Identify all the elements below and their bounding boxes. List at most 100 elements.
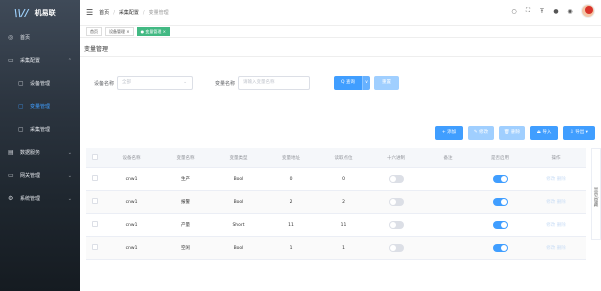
sidebar-item-home[interactable]: ◎ 首页 (0, 26, 80, 49)
column-header: 操作 (551, 155, 561, 161)
data-icon: ▤ (8, 149, 14, 156)
sidebar-item-label: 首页 (20, 35, 31, 41)
cell-addr: 0 (289, 176, 293, 182)
avatar[interactable] (581, 4, 595, 18)
tags-view: 首页 设备管理 × ● 变量管理 × (80, 26, 601, 38)
page-title: 变量管理 (84, 46, 109, 53)
cell-name: 报警 (181, 200, 190, 205)
reset-button[interactable]: 重置 (374, 76, 400, 90)
sidebar-item-data-service[interactable]: ▤ 数据服务 ⌄ (0, 141, 80, 164)
column-toggle-tab[interactable]: 显示/隐藏 (591, 148, 601, 240)
enabled-switch[interactable] (492, 198, 508, 206)
row-checkbox[interactable] (92, 175, 98, 181)
table-row[interactable]: cnw1 产量 Short 11 11 修改 删除 (86, 214, 586, 237)
hex-switch[interactable] (388, 221, 404, 229)
column-header: 读取点位 (334, 155, 353, 161)
sidebar-item-system[interactable]: ⚙ 系统管理 ⌄ (0, 187, 80, 210)
table-header: 设备名称 变量名称 变量类型 变量地址 读取点位 十六进制 备注 是否启用 操作 (86, 148, 586, 168)
enabled-switch[interactable] (492, 175, 508, 183)
chevron-down-icon: ⌄ (67, 149, 72, 156)
hex-switch[interactable] (388, 175, 404, 183)
sidebar-item-label: 网关管理 (20, 173, 41, 179)
gateway-icon: ▭ (8, 172, 14, 179)
sidebar-item-device-manage[interactable]: ▢ 设备管理 (0, 72, 80, 95)
cell-point: 11 (340, 222, 347, 228)
sidebar-item-gateway[interactable]: ▭ 网关管理 ⌄ (0, 164, 80, 187)
row-actions[interactable]: 修改 删除 (526, 245, 586, 251)
device-select[interactable]: 全部 ⌄ (117, 76, 194, 90)
add-button[interactable]: + 添加 (435, 126, 463, 140)
cell-device: cnw1 (125, 222, 138, 228)
home-icon: ◎ (8, 34, 14, 41)
export-button[interactable]: ⇩ 导出 ▾ (563, 126, 595, 140)
cell-name: 空闲 (181, 246, 190, 251)
font-size-icon[interactable]: Ŧ (535, 8, 549, 15)
cell-point: 1 (342, 245, 345, 251)
import-button[interactable]: ⏏ 导入 (530, 126, 558, 140)
sidebar-item-label: 数据服务 (20, 150, 41, 156)
column-header: 变量类型 (229, 155, 248, 161)
query-dropdown-button[interactable]: ∨ (362, 76, 371, 90)
sidebar-item-variable-manage[interactable]: ▢ 变量管理 (0, 95, 80, 118)
chevron-down-icon: ⌄ (67, 195, 72, 202)
column-header: 设备名称 (122, 155, 141, 161)
column-header: 十六进制 (387, 155, 405, 161)
enabled-switch[interactable] (492, 221, 508, 229)
cell-name: 生产 (181, 177, 190, 182)
table-row[interactable]: cnw1 报警 Bool 2 2 修改 删除 (86, 191, 586, 214)
cell-addr: 11 (288, 222, 294, 228)
tag-home[interactable]: 首页 (86, 27, 102, 36)
cell-device: cnw1 (125, 245, 138, 251)
delete-button[interactable]: 🗑 删除 (499, 126, 525, 140)
divider (80, 56, 601, 57)
query-button[interactable]: Q 查询 (334, 76, 363, 90)
edit-button[interactable]: ✎ 修改 (468, 126, 494, 140)
hex-switch[interactable] (388, 244, 404, 252)
cell-device: cnw1 (125, 176, 138, 182)
column-header: 备注 (443, 155, 453, 161)
cell-type: Bool (233, 176, 244, 182)
chevron-down-icon: ⌄ (67, 172, 72, 179)
breadcrumb-item[interactable]: 首页 (99, 10, 109, 16)
tag-device-manage[interactable]: 设备管理 × (105, 27, 134, 36)
search-icon[interactable]: ○ (507, 8, 521, 15)
app-logo[interactable]: \\// 机易联 (0, 0, 80, 26)
cell-addr: 1 (289, 245, 293, 251)
toolbar: + 添加 ✎ 修改 🗑 删除 ⏏ 导入 ⇩ 导出 ▾ (430, 126, 595, 140)
fullscreen-icon[interactable]: ⛶ (521, 7, 535, 15)
menu-toggle-icon[interactable]: ☰ (86, 8, 93, 17)
tag-variable-manage[interactable]: ● 变量管理 × (136, 27, 171, 36)
sidebar-item-collect-config[interactable]: ▭ 采集配置 ⌃ (0, 49, 80, 72)
row-actions[interactable]: 修改 删除 (526, 176, 586, 182)
cell-type: Bool (233, 245, 244, 251)
row-actions[interactable]: 修改 删除 (526, 199, 586, 205)
question-icon[interactable]: ◉ (563, 8, 577, 15)
cell-device: cnw1 (125, 199, 138, 205)
table-body: cnw1 生产 Bool 0 0 修改 删除 cnw1 报警 Bool 2 2 (86, 168, 586, 260)
device-icon: ▢ (18, 80, 24, 87)
github-icon[interactable]: ● (549, 8, 563, 15)
variable-table: 设备名称 变量名称 变量类型 变量地址 读取点位 十六进制 备注 是否启用 操作… (86, 148, 586, 260)
row-actions[interactable]: 修改 删除 (526, 222, 586, 228)
row-checkbox[interactable] (92, 198, 98, 204)
enabled-switch[interactable] (492, 244, 508, 252)
device-select-value: 全部 (122, 80, 132, 85)
breadcrumb-item[interactable]: 采集配置 (119, 10, 139, 16)
device-label: 设备名称 (94, 80, 115, 87)
variable-label: 变量名称 (215, 80, 236, 87)
table-row[interactable]: cnw1 生产 Bool 0 0 修改 删除 (86, 168, 586, 191)
app-name: 机易联 (34, 9, 56, 17)
sidebar-item-label: 采集管理 (30, 127, 51, 133)
column-header: 是否启用 (491, 155, 509, 161)
sidebar-item-label: 系统管理 (20, 196, 41, 202)
row-checkbox[interactable] (92, 244, 98, 250)
chevron-down-icon: ⌄ (183, 80, 188, 85)
hex-switch[interactable] (388, 198, 404, 206)
sidebar-item-collect-manage[interactable]: ▢ 采集管理 (0, 118, 80, 141)
variable-input[interactable]: 请输入变量名称 (238, 76, 311, 90)
breadcrumb-item-current: 变量管理 (148, 10, 169, 16)
select-all-checkbox[interactable] (92, 153, 98, 160)
table-row[interactable]: cnw1 空闲 Bool 1 1 修改 删除 (86, 237, 586, 260)
row-checkbox[interactable] (92, 221, 98, 227)
sidebar-item-label: 采集配置 (20, 58, 41, 64)
